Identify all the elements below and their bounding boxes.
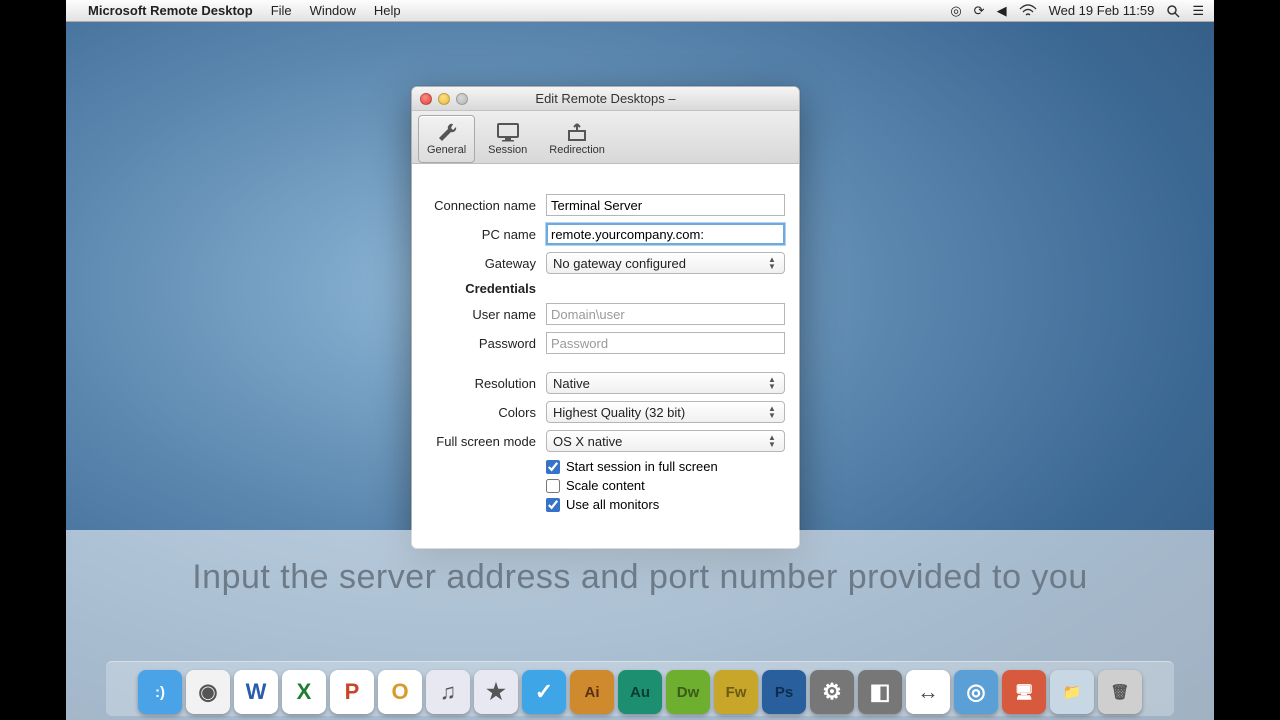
scale-content-label: Scale content [566,478,645,493]
dock-finder-icon[interactable]: :) [138,670,182,714]
dock-teamviewer-icon[interactable]: ↔ [906,670,950,714]
resolution-label: Resolution [426,376,546,391]
fullscreen-mode-select[interactable]: OS X native ▲▼ [546,430,785,452]
menu-help[interactable]: Help [374,3,401,18]
user-name-label: User name [426,307,546,322]
chevron-updown-icon: ▲▼ [764,433,780,449]
dock-cube-icon[interactable]: ◧ [858,670,902,714]
colors-value: Highest Quality (32 bit) [553,405,685,420]
connection-name-label: Connection name [426,198,546,213]
dock-trash-icon[interactable]: 🗑 [1098,670,1142,714]
dock-word-icon[interactable]: W [234,670,278,714]
gateway-select[interactable]: No gateway configured ▲▼ [546,252,785,274]
use-all-monitors-checkbox[interactable]: Use all monitors [546,497,785,512]
menubar: Microsoft Remote Desktop File Window Hel… [66,0,1214,22]
app-name[interactable]: Microsoft Remote Desktop [88,3,253,18]
dock-safari-icon[interactable]: ◎ [954,670,998,714]
dock-settings-icon[interactable]: ⚙ [810,670,854,714]
password-input[interactable] [546,332,785,354]
tab-redirection-label: Redirection [549,144,605,156]
dock-mail-icon[interactable]: ✓ [522,670,566,714]
dock-chrome-icon[interactable]: ◉ [186,670,230,714]
password-label: Password [426,336,546,351]
dock-illustrator-icon[interactable]: Ai [570,670,614,714]
resolution-value: Native [553,376,590,391]
dock-excel-icon[interactable]: X [282,670,326,714]
menu-window[interactable]: Window [310,3,356,18]
general-form: Connection name PC name Gateway No gatew… [412,164,799,548]
status-wifi-icon[interactable] [1019,4,1037,18]
menu-file[interactable]: File [271,3,292,18]
gateway-label: Gateway [426,256,546,271]
pc-name-input[interactable] [546,223,785,245]
dock-remote-desktop-icon[interactable]: 🖥 [1002,670,1046,714]
credentials-heading: Credentials [426,281,546,296]
gateway-value: No gateway configured [553,256,686,271]
window-title: Edit Remote Desktops – [412,91,799,106]
status-sync-icon[interactable]: ⟳ [974,3,985,19]
wrench-icon [433,120,461,144]
tab-session-label: Session [488,144,527,156]
spotlight-icon[interactable] [1166,4,1180,18]
colors-label: Colors [426,405,546,420]
dock-outlook-icon[interactable]: O [378,670,422,714]
dock-powerpoint-icon[interactable]: P [330,670,374,714]
caption-text: Input the server address and port number… [192,558,1088,597]
titlebar[interactable]: Edit Remote Desktops – [412,87,799,111]
scale-content-checkbox[interactable]: Scale content [546,478,785,493]
status-volume-icon[interactable]: ◀ [997,3,1007,19]
monitor-icon [494,120,522,144]
dock-dreamweaver-icon[interactable]: Dw [666,670,710,714]
colors-select[interactable]: Highest Quality (32 bit) ▲▼ [546,401,785,423]
status-eye-icon[interactable]: ◎ [950,3,961,19]
tab-session[interactable]: Session [479,115,536,163]
tab-redirection[interactable]: Redirection [540,115,614,163]
user-name-input[interactable] [546,303,785,325]
dock-fireworks-icon[interactable]: Fw [714,670,758,714]
status-datetime[interactable]: Wed 19 Feb 11:59 [1049,3,1155,18]
dock-itunes-icon[interactable]: ♫ [426,670,470,714]
use-all-monitors-label: Use all monitors [566,497,659,512]
pc-name-label: PC name [426,227,546,242]
dock-folder-icon[interactable]: 📁 [1050,670,1094,714]
start-fullscreen-checkbox[interactable]: Start session in full screen [546,459,785,474]
dock-photoshop-icon[interactable]: Ps [762,670,806,714]
chevron-updown-icon: ▲▼ [764,404,780,420]
chevron-updown-icon: ▲▼ [764,255,780,271]
edit-remote-desktops-window: Edit Remote Desktops – General Session R… [411,86,800,549]
notification-center-icon[interactable]: ☰ [1192,3,1204,19]
fullscreen-mode-label: Full screen mode [426,434,546,449]
resolution-select[interactable]: Native ▲▼ [546,372,785,394]
dock-audition-icon[interactable]: Au [618,670,662,714]
start-fullscreen-label: Start session in full screen [566,459,718,474]
chevron-updown-icon: ▲▼ [764,375,780,391]
desktop: Microsoft Remote Desktop File Window Hel… [66,0,1214,720]
fullscreen-mode-value: OS X native [553,434,622,449]
toolbar: General Session Redirection [412,111,799,164]
tab-general[interactable]: General [418,115,475,163]
tab-general-label: General [427,144,466,156]
connection-name-input[interactable] [546,194,785,216]
dock-imovie-icon[interactable]: ★ [474,670,518,714]
redirection-icon [563,120,591,144]
dock: :)◉WXPO♫★✓AiAuDwFwPs⚙◧↔◎🖥📁🗑 [66,652,1214,720]
